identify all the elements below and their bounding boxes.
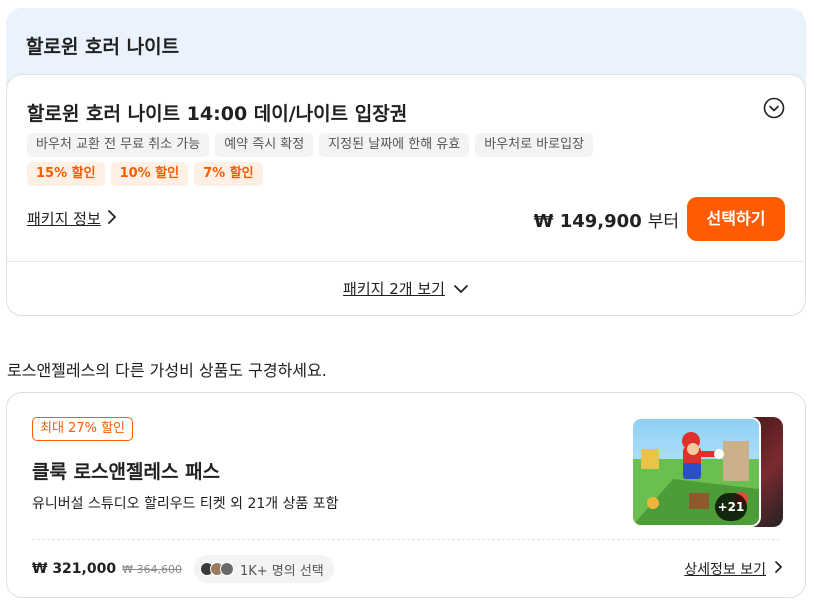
discount-tag: 10% 할인 [110, 162, 189, 186]
section-title: 할로윈 호러 나이트 [26, 36, 180, 58]
product-title[interactable]: 클룩 로스앤젤레스 패스 [32, 457, 220, 484]
chevron-right-icon [774, 560, 783, 578]
product-card[interactable]: 최대 27% 할인 클룩 로스앤젤레스 패스 유니버설 스튜디오 할리우드 티켓… [6, 392, 806, 598]
detail-link-label: 상세정보 보기 [684, 562, 766, 578]
package-title: 할로윈 호러 나이트 14:00 데이/나이트 입장권 [27, 103, 408, 125]
product-thumbnail[interactable]: +21 [631, 417, 783, 527]
original-price: ₩ 364,600 [122, 562, 182, 576]
chevron-up-circle-icon[interactable] [763, 97, 785, 119]
package-info-label: 패키지 정보 [27, 210, 101, 228]
chosen-count: 1K+ 명의 선택 [239, 563, 324, 579]
popularity-pill: 1K+ 명의 선택 [193, 555, 334, 583]
discount-badge: 최대 27% 할인 [32, 417, 133, 441]
product-description: 유니버설 스튜디오 할리우드 티켓 외 21개 상품 포함 [32, 496, 339, 512]
package-section: 할로윈 호러 나이트 할로윈 호러 나이트 14:00 데이/나이트 입장권 바… [6, 8, 806, 316]
info-tag: 예약 즉시 확정 [215, 133, 314, 157]
more-packages-button[interactable]: 패키지 2개 보기 [7, 278, 805, 299]
more-packages-label: 패키지 2개 보기 [343, 280, 445, 298]
package-price: ₩ 149,900 [533, 211, 642, 232]
chevron-right-icon [107, 209, 117, 229]
detail-link[interactable]: 상세정보 보기 [684, 559, 783, 579]
product-price-row: ₩ 321,000 ₩ 364,600 1K+ 명의 선택 [32, 555, 334, 583]
price-block: ₩ 149,900 부터 [534, 207, 679, 232]
dashed-divider [32, 539, 780, 540]
avatar [219, 562, 234, 576]
info-tags: 바우처 교환 전 무료 취소 가능 예약 즉시 확정 지정된 날짜에 한해 유효… [27, 133, 594, 157]
divider [7, 261, 805, 262]
product-price: ₩ 321,000 [32, 561, 117, 577]
chevron-down-icon [453, 280, 469, 298]
package-card: 할로윈 호러 나이트 14:00 데이/나이트 입장권 바우처 교환 전 무료 … [6, 74, 806, 316]
recommendation-heading: 로스앤젤레스의 다른 가성비 상품도 구경하세요. [7, 361, 327, 380]
discount-tag: 7% 할인 [194, 162, 263, 186]
user-avatars [199, 562, 234, 576]
discount-tag: 15% 할인 [27, 162, 105, 186]
info-tag: 바우처 교환 전 무료 취소 가능 [27, 133, 210, 157]
info-tag: 지정된 날짜에 한해 유효 [319, 133, 470, 157]
info-tag: 바우처로 바로입장 [475, 133, 594, 157]
price-suffix: 부터 [647, 212, 679, 232]
select-button[interactable]: 선택하기 [687, 197, 785, 241]
image-count-badge: +21 [715, 493, 747, 521]
discount-tags: 15% 할인 10% 할인 7% 할인 [27, 162, 263, 186]
package-info-link[interactable]: 패키지 정보 [27, 208, 117, 229]
